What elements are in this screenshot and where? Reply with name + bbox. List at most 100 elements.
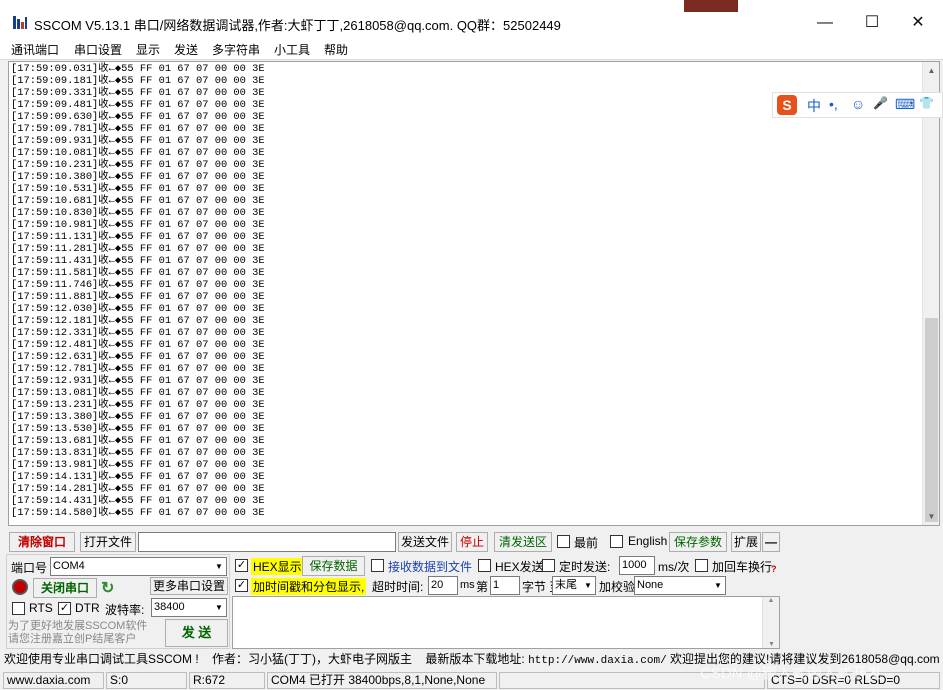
receive-log-line: [17:59:09.331]收←◆55 FF 01 67 07 00 00 3E — [11, 87, 265, 99]
receive-log-line: [17:59:10.231]收←◆55 FF 01 67 07 00 00 3E — [11, 159, 265, 171]
ticker-download-url[interactable]: http://www.daxia.com/ — [528, 655, 667, 667]
open-file-button[interactable]: 打开文件 — [80, 532, 136, 552]
send-scrollbar[interactable]: ▲ ▼ — [762, 597, 779, 648]
receive-log-line: [17:59:10.081]收←◆55 FF 01 67 07 00 00 3E — [11, 147, 265, 159]
receive-area[interactable]: [17:59:09.031]收←◆55 FF 01 67 07 00 00 3E… — [8, 61, 940, 526]
receive-log-line: [17:59:11.881]收←◆55 FF 01 67 07 00 00 3E — [11, 291, 265, 303]
sogou-logo-icon[interactable]: S — [777, 95, 797, 115]
receive-log-line: [17:59:11.281]收←◆55 FF 01 67 07 00 00 3E — [11, 243, 265, 255]
receive-log-line: [17:59:12.631]收←◆55 FF 01 67 07 00 00 3E — [11, 351, 265, 363]
menu-port-settings[interactable]: 串口设置 — [74, 41, 122, 58]
hex-display-checkbox[interactable]: ✓ — [235, 559, 248, 572]
title-bar[interactable]: SSCOM V5.13.1 串口/网络数据调试器,作者:大虾丁丁,2618058… — [0, 0, 943, 38]
menu-send[interactable]: 发送 — [174, 41, 198, 58]
receive-log-line: [17:59:09.931]收←◆55 FF 01 67 07 00 00 3E — [11, 135, 265, 147]
byte-end-value: 末尾 — [555, 579, 577, 591]
baud-select[interactable]: 38400 ▼ — [151, 598, 227, 617]
receive-log-line: [17:59:13.231]收←◆55 FF 01 67 07 00 00 3E — [11, 399, 265, 411]
recv-to-file-label[interactable]: 接收数据到文件 — [388, 558, 472, 575]
timestamp-label: 加时间戳和分包显示, — [251, 578, 367, 595]
port-label: 端口号 — [11, 561, 48, 575]
byte-end-select[interactable]: 末尾 ▼ — [552, 576, 596, 595]
ime-voice-icon[interactable]: 🎤 — [873, 96, 888, 110]
close-button[interactable]: ✕ — [895, 8, 941, 38]
menu-display[interactable]: 显示 — [136, 41, 160, 58]
ime-punctuation-icon[interactable]: •, — [829, 96, 838, 112]
add-crlf-checkbox[interactable] — [695, 559, 708, 572]
clear-window-button[interactable]: 清除窗口 — [9, 532, 75, 552]
timed-send-checkbox[interactable] — [542, 559, 555, 572]
minimize-button[interactable]: — — [802, 8, 848, 38]
timeout-unit: ms — [460, 579, 475, 591]
byte-prefix: 第 — [476, 580, 489, 594]
receive-scrollbar[interactable]: ▲ ▼ — [922, 62, 939, 525]
send-textarea[interactable]: ▲ ▼ — [232, 596, 780, 649]
dtr-checkbox[interactable]: ✓ — [58, 602, 71, 615]
menu-help[interactable]: 帮助 — [324, 41, 348, 58]
baud-value: 38400 — [154, 601, 185, 613]
receive-log-line: [17:59:13.681]收←◆55 FF 01 67 07 00 00 3E — [11, 435, 265, 447]
interval-input[interactable]: 1000 — [619, 556, 655, 575]
timeout-label: 超时时间: — [372, 580, 424, 594]
scroll-down-arrow-icon[interactable]: ▼ — [763, 641, 780, 648]
rts-label: RTS — [29, 601, 53, 615]
scroll-up-arrow-icon[interactable]: ▲ — [923, 62, 939, 79]
ime-emoji-icon[interactable]: ☺ — [851, 96, 865, 112]
receive-log-line: [17:59:10.531]收←◆55 FF 01 67 07 00 00 3E — [11, 183, 265, 195]
port-select[interactable]: COM4 ▼ — [50, 557, 227, 576]
recv-to-file-checkbox[interactable] — [371, 559, 384, 572]
collapse-button[interactable]: — — [762, 532, 780, 552]
port-value: COM4 — [53, 560, 85, 572]
file-path-input[interactable] — [138, 532, 396, 552]
clear-send-area-button[interactable]: 清发送区 — [494, 532, 552, 552]
save-data-button[interactable]: 保存数据 — [302, 556, 365, 576]
refresh-icon[interactable]: ↻ — [101, 578, 114, 598]
receive-log-line: [17:59:09.031]收←◆55 FF 01 67 07 00 00 3E — [11, 63, 265, 75]
receive-log-line: [17:59:12.181]收←◆55 FF 01 67 07 00 00 3E — [11, 315, 265, 327]
scrollbar-thumb[interactable] — [925, 318, 938, 522]
english-checkbox[interactable] — [610, 535, 623, 548]
rts-checkbox[interactable] — [12, 602, 25, 615]
menu-multi-string[interactable]: 多字符串 — [212, 41, 260, 58]
scroll-up-arrow-icon[interactable]: ▲ — [763, 597, 779, 604]
ime-keyboard-icon[interactable]: ⌨ — [895, 96, 915, 113]
csdn-watermark: CSDN @嵌入式嵌入式开发 — [700, 665, 882, 682]
receive-log-line: [17:59:14.131]收←◆55 FF 01 67 07 00 00 3E — [11, 471, 265, 483]
byte-index-input[interactable]: 1 — [490, 576, 520, 595]
status-sent-count: S:0 — [106, 672, 187, 689]
receive-log-line: [17:59:09.481]收←◆55 FF 01 67 07 00 00 3E — [11, 99, 265, 111]
status-port-info: COM4 已打开 38400bps,8,1,None,None — [267, 672, 497, 689]
ime-toolbar[interactable]: S 中 •, ☺ 🎤 ⌨ 👕 — [772, 92, 943, 118]
topmost-checkbox[interactable] — [557, 535, 570, 548]
save-params-button[interactable]: 保存参数 — [669, 532, 727, 552]
scroll-down-arrow-icon[interactable]: ▼ — [923, 508, 939, 525]
receive-log-line: [17:59:09.781]收←◆55 FF 01 67 07 00 00 3E — [11, 123, 265, 135]
checksum-select[interactable]: None ▼ — [634, 576, 726, 595]
maximize-button[interactable]: ☐ — [849, 8, 895, 38]
status-received-count: R:672 — [189, 672, 265, 689]
registration-promo[interactable]: 为了更好地发展SSCOM软件 请您注册嘉立创P结尾客户 — [8, 620, 147, 646]
expand-button[interactable]: 扩展 — [731, 532, 761, 552]
menu-tools[interactable]: 小工具 — [274, 41, 310, 58]
chevron-down-icon: ▼ — [215, 603, 223, 612]
receive-log-line: [17:59:12.781]收←◆55 FF 01 67 07 00 00 3E — [11, 363, 265, 375]
ticker-author: 作者：习小猛(丁丁)，大虾电子网版主 — [212, 652, 413, 666]
ime-chinese-mode[interactable]: 中 — [807, 96, 821, 116]
timestamp-checkbox[interactable]: ✓ — [235, 579, 248, 592]
hex-send-checkbox[interactable] — [478, 559, 491, 572]
background-thumbnail — [684, 0, 738, 12]
help-question-icon[interactable]: ? — [771, 564, 777, 574]
stop-button[interactable]: 停止 — [456, 532, 488, 552]
receive-log: [17:59:09.031]收←◆55 FF 01 67 07 00 00 3E… — [11, 63, 265, 519]
receive-log-line: [17:59:13.831]收←◆55 FF 01 67 07 00 00 3E — [11, 447, 265, 459]
more-port-settings-button[interactable]: 更多串口设置 — [150, 577, 228, 595]
status-site[interactable]: www.daxia.com — [3, 672, 104, 689]
close-port-button[interactable]: 关闭串口 — [33, 578, 97, 598]
receive-log-line: [17:59:09.181]收←◆55 FF 01 67 07 00 00 3E — [11, 75, 265, 87]
timeout-input[interactable]: 20 — [428, 576, 458, 595]
send-file-button[interactable]: 发送文件 — [398, 532, 452, 552]
send-button[interactable]: 发 送 — [165, 619, 228, 647]
ime-skin-icon[interactable]: 👕 — [919, 96, 934, 110]
menu-comm-port[interactable]: 通讯端口 — [11, 41, 59, 58]
chevron-down-icon: ▼ — [714, 581, 722, 590]
